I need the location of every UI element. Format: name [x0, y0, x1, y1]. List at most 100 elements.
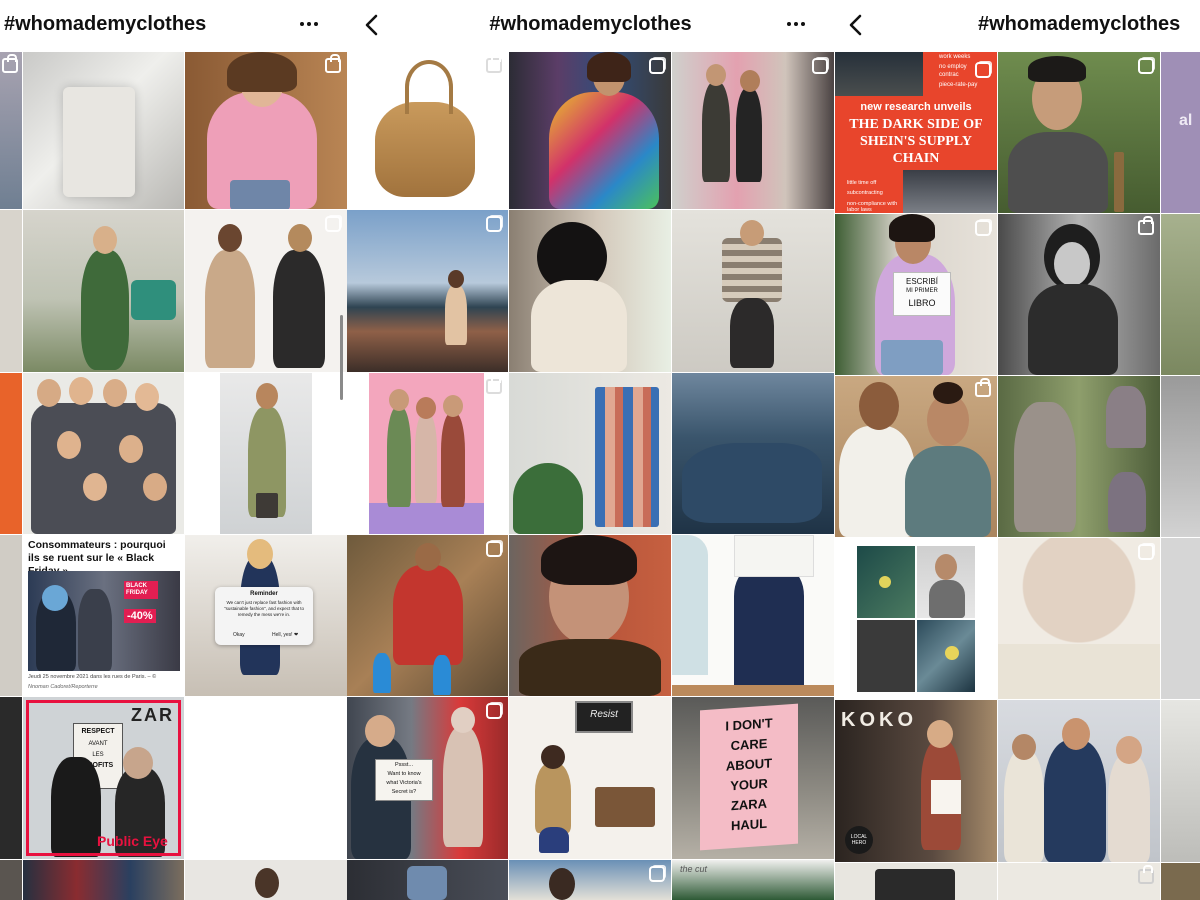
post-tile[interactable] — [835, 538, 997, 699]
multiple-posts-icon — [325, 216, 341, 232]
post-tile[interactable] — [998, 52, 1160, 213]
shopping-bag-icon — [975, 378, 991, 397]
shopping-bag-icon — [486, 54, 502, 73]
libro-sign-line: ESCRIBÍ — [905, 277, 938, 286]
post-tile[interactable] — [509, 860, 671, 900]
post-tile[interactable] — [998, 376, 1160, 537]
post-tile[interactable]: Resist — [509, 697, 671, 859]
multiple-posts-icon — [812, 58, 828, 74]
post-tile[interactable] — [1161, 863, 1200, 900]
multiple-posts-icon — [975, 62, 991, 78]
post-tile[interactable] — [185, 210, 347, 372]
resist-sign: Resist — [590, 709, 618, 720]
post-tile[interactable] — [347, 52, 508, 209]
post-tile[interactable] — [185, 373, 347, 534]
discount-sign: -40% — [124, 609, 156, 623]
post-tile[interactable]: the cut — [672, 860, 834, 900]
haul-sign-line: I DON'T — [725, 715, 773, 734]
post-tile[interactable] — [998, 863, 1160, 900]
libro-sign-line: MI PRIMER — [906, 288, 938, 294]
post-tile[interactable] — [672, 535, 834, 696]
post-tile[interactable] — [509, 535, 671, 696]
post-tile[interactable] — [672, 210, 834, 372]
more-horizontal-icon[interactable] — [787, 22, 805, 26]
protest-sign-line: Want to know — [387, 771, 421, 777]
shopping-bag-icon — [325, 54, 341, 73]
header: #whomademyclothes — [835, 0, 1200, 52]
post-tile[interactable] — [998, 214, 1160, 375]
koko-shop-sign: KOKO — [841, 709, 917, 731]
reminder-post[interactable]: Reminder We can't just replace fast fash… — [185, 535, 347, 696]
shein-research-post[interactable]: work weeks no employ contrac piece-rate-… — [835, 52, 997, 213]
post-tile[interactable] — [347, 373, 508, 534]
multiple-posts-icon — [649, 58, 665, 74]
post-tile[interactable] — [1161, 376, 1200, 537]
reminder-okay: Okay — [233, 632, 245, 638]
post-tile[interactable] — [835, 376, 997, 537]
shopping-bag-icon — [1138, 216, 1154, 235]
post-tile[interactable] — [23, 860, 184, 900]
post-tile[interactable] — [998, 700, 1160, 862]
news-article-post[interactable]: Consommateurs : pourquoi ils se ruent su… — [23, 535, 184, 696]
post-tile[interactable] — [0, 697, 22, 859]
reminder-dialog: Reminder We can't just replace fast fash… — [215, 587, 313, 645]
shein-fact: piece-rate-pay — [939, 82, 978, 88]
post-tile[interactable] — [509, 210, 671, 372]
hashtag-title: #whomademyclothes — [489, 13, 692, 35]
haul-sign-line: HAUL — [730, 815, 768, 834]
post-tile[interactable] — [672, 373, 834, 534]
post-tile[interactable] — [347, 210, 508, 372]
post-tile[interactable] — [1161, 538, 1200, 699]
multiple-posts-icon — [486, 541, 502, 557]
post-tile[interactable] — [835, 863, 997, 900]
protest-sign-line: Secret is? — [391, 789, 417, 795]
local-hero-badge: LOCAL HERO — [845, 826, 873, 854]
post-tile[interactable] — [1161, 214, 1200, 375]
post-tile[interactable] — [672, 52, 834, 209]
libro-post[interactable]: ESCRIBÍ MI PRIMER LIBRO — [835, 214, 997, 375]
post-tile[interactable] — [23, 210, 184, 372]
haul-sign-line: ZARA — [730, 795, 768, 814]
post-tile[interactable] — [185, 697, 347, 859]
koko-shop-post[interactable]: KOKO LOCAL HERO — [835, 700, 997, 862]
haul-sign-line: ABOUT — [725, 755, 773, 774]
haul-sign-post[interactable]: I DON'T CARE ABOUT YOUR ZARA HAUL — [672, 697, 834, 859]
post-tile[interactable] — [347, 860, 508, 900]
post-tile[interactable] — [185, 52, 347, 209]
multiple-posts-icon — [1138, 58, 1154, 74]
reminder-title: Reminder — [250, 591, 278, 597]
header: #whomademyclothes — [347, 0, 834, 52]
article-photo: BLACK FRIDAY -40% — [28, 571, 180, 671]
multiple-posts-icon — [486, 216, 502, 232]
multiple-posts-icon — [486, 703, 502, 719]
post-tile[interactable] — [0, 52, 22, 209]
post-tile[interactable] — [1161, 700, 1200, 862]
the-cut-logo: the cut — [680, 864, 708, 874]
post-tile[interactable] — [0, 373, 22, 534]
vs-protest-post[interactable]: Pssst... Want to know what Victoria's Se… — [347, 697, 508, 859]
shein-fact: work weeks — [939, 54, 971, 60]
post-tile[interactable] — [23, 373, 184, 534]
more-horizontal-icon[interactable] — [300, 22, 318, 26]
post-tile[interactable] — [185, 860, 347, 900]
post-tile[interactable] — [509, 373, 671, 534]
haul-sign-line: CARE — [730, 735, 768, 754]
public-eye-post[interactable]: ZAR RESPECT AVANT LES PROFITS Public Eye — [23, 697, 184, 859]
post-tile[interactable] — [0, 210, 22, 372]
post-tile[interactable] — [23, 52, 184, 209]
multiple-posts-icon — [649, 866, 665, 882]
post-tile[interactable] — [0, 860, 22, 900]
post-tile[interactable] — [347, 535, 508, 696]
post-tile[interactable] — [0, 535, 22, 696]
chevron-left-icon[interactable] — [843, 11, 869, 39]
shopping-bag-icon — [2, 54, 18, 73]
post-tile[interactable] — [509, 52, 671, 209]
post-tile[interactable]: al — [1161, 52, 1200, 213]
shein-fact: no employ — [939, 64, 967, 70]
shein-fact: little time off — [847, 180, 877, 186]
middle-panel: #whomademyclothes Pssst... Want to know … — [347, 0, 834, 900]
multiple-posts-icon — [975, 220, 991, 236]
scrollbar[interactable] — [340, 315, 343, 400]
post-tile[interactable] — [998, 538, 1160, 699]
header: #whomademyclothes — [0, 0, 347, 52]
